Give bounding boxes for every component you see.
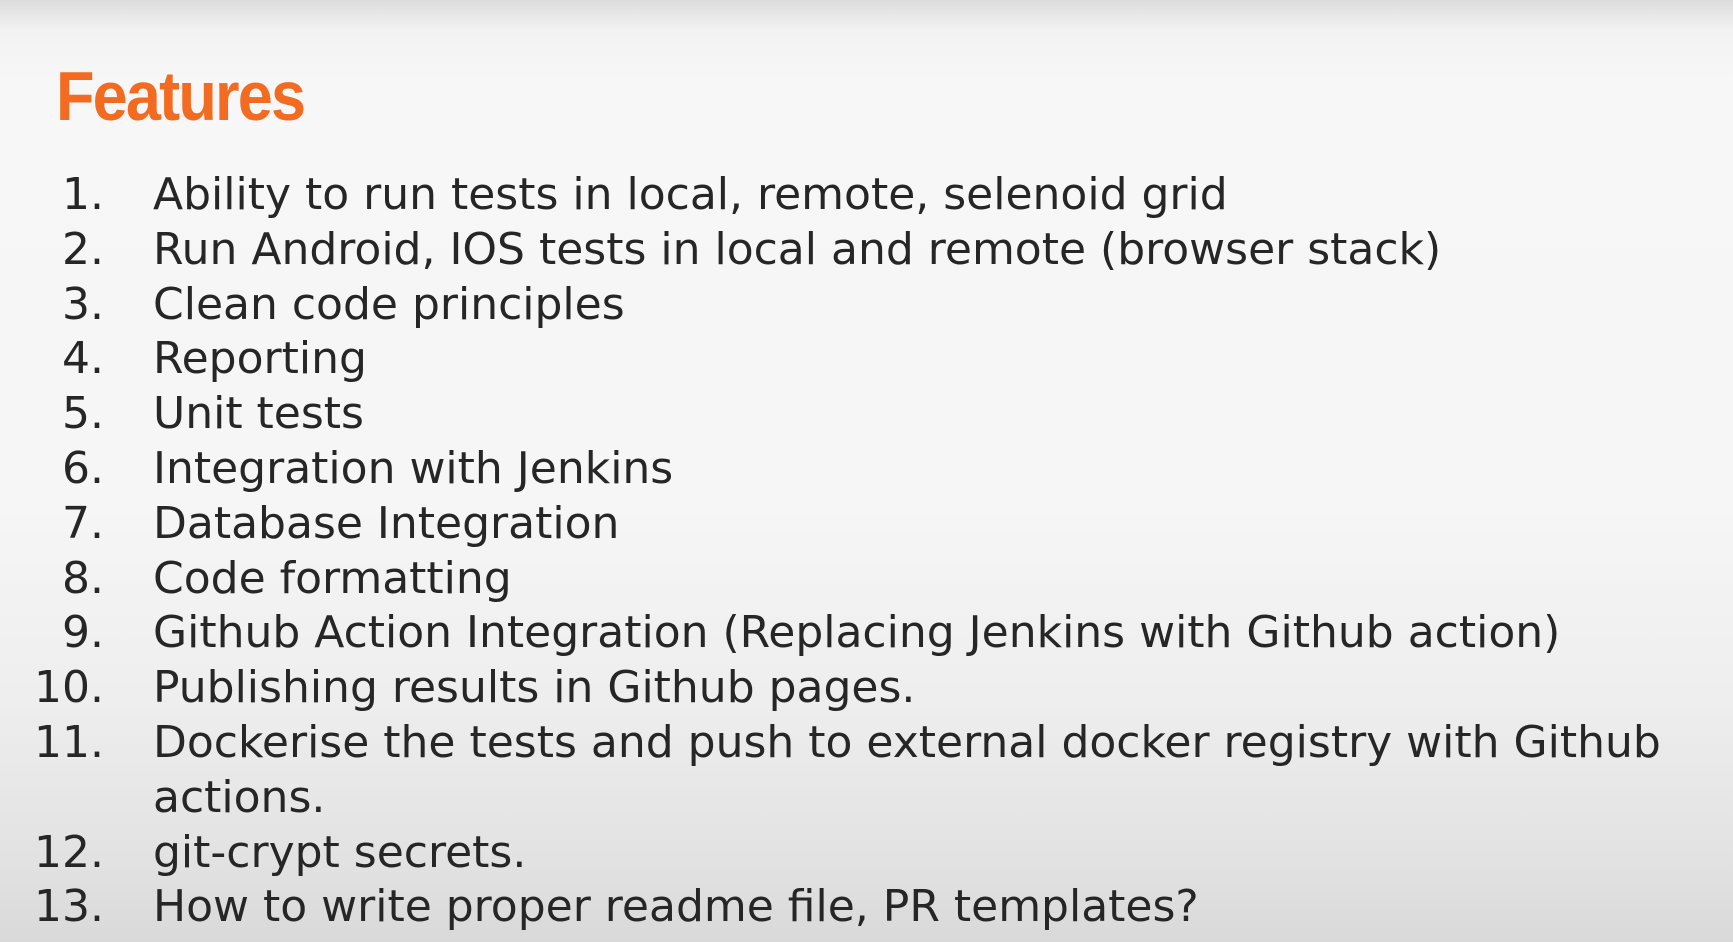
feature-number: 5. bbox=[62, 388, 104, 440]
feature-number: 7. bbox=[62, 497, 104, 549]
feature-number: 11. bbox=[34, 716, 104, 768]
feature-text: How to write proper readme file, PR temp… bbox=[153, 881, 1199, 933]
feature-text: Database Integration bbox=[153, 497, 620, 549]
feature-item-5: 5. Unit tests bbox=[0, 387, 1733, 442]
presentation-slide: Features 1. Ability to run tests in loca… bbox=[0, 0, 1733, 942]
feature-item-2: 2. Run Android, IOS tests in local and r… bbox=[0, 223, 1733, 278]
feature-text: Publishing results in Github pages. bbox=[153, 662, 916, 714]
feature-text: Ability to run tests in local, remote, s… bbox=[153, 169, 1228, 220]
feature-item-4: 4. Reporting bbox=[0, 332, 1733, 387]
feature-text: Unit tests bbox=[153, 388, 364, 440]
feature-item-11: 11. Dockerise the tests and push to exte… bbox=[0, 716, 1733, 826]
feature-item-8: 8. Code formatting bbox=[0, 552, 1733, 607]
feature-number: 2. bbox=[62, 223, 104, 275]
feature-text: Integration with Jenkins bbox=[153, 442, 674, 494]
feature-number: 8. bbox=[62, 552, 104, 604]
feature-number: 12. bbox=[34, 826, 104, 878]
feature-text: git-crypt secrets. bbox=[153, 826, 527, 878]
feature-item-6: 6. Integration with Jenkins bbox=[0, 442, 1733, 497]
feature-number: 3. bbox=[62, 278, 104, 330]
feature-item-3: 3. Clean code principles bbox=[0, 278, 1733, 333]
feature-text: Run Android, IOS tests in local and remo… bbox=[153, 223, 1442, 275]
feature-number: 9. bbox=[62, 607, 104, 659]
feature-text: Code formatting bbox=[153, 552, 512, 604]
feature-item-7: 7. Database Integration bbox=[0, 497, 1733, 552]
feature-text: Github Action Integration (Replacing Jen… bbox=[153, 607, 1561, 659]
feature-number: 10. bbox=[34, 662, 104, 714]
feature-number: 13. bbox=[34, 881, 104, 933]
feature-list: 1. Ability to run tests in local, remote… bbox=[0, 168, 1733, 935]
feature-item-9: 9. Github Action Integration (Replacing … bbox=[0, 606, 1733, 661]
feature-text: Reporting bbox=[153, 333, 367, 385]
feature-item-10: 10. Publishing results in Github pages. bbox=[0, 661, 1733, 716]
feature-text: Dockerise the tests and push to external… bbox=[153, 716, 1661, 823]
slide-title: Features bbox=[56, 57, 306, 135]
feature-item-1: 1. Ability to run tests in local, remote… bbox=[0, 168, 1733, 223]
feature-item-12: 12. git-crypt secrets. bbox=[0, 826, 1733, 881]
feature-number: 6. bbox=[62, 442, 104, 494]
feature-number: 4. bbox=[62, 333, 104, 385]
feature-number: 1. bbox=[62, 169, 104, 220]
feature-text: Clean code principles bbox=[153, 278, 625, 330]
feature-item-13: 13. How to write proper readme file, PR … bbox=[0, 880, 1733, 935]
